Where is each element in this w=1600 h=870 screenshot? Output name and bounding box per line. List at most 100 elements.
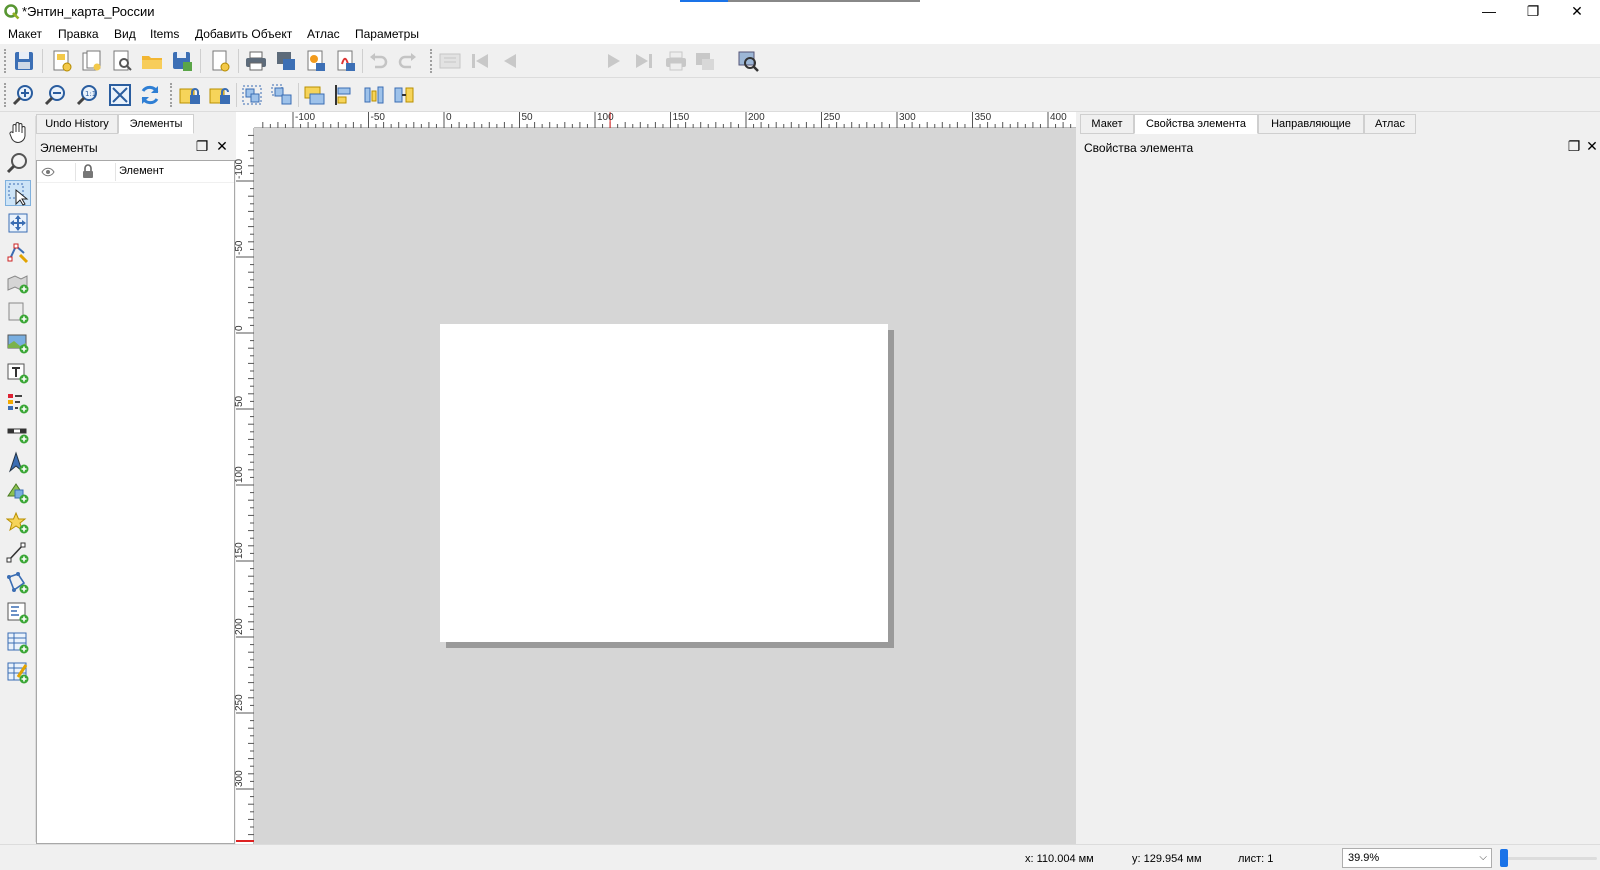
menu-add-item[interactable]: Добавить Объект [195, 27, 292, 41]
export-svg-button[interactable] [304, 49, 328, 73]
open-template-button[interactable] [140, 49, 164, 73]
add-attribute-table-icon [7, 632, 29, 654]
pan-icon [9, 122, 26, 143]
first-feature-button[interactable] [468, 49, 492, 73]
minimize-button[interactable]: — [1466, 0, 1512, 24]
add-marker-button[interactable] [5, 510, 31, 536]
zoom-actual-size-button[interactable]: 1:1 [76, 83, 100, 107]
atlas-settings-button[interactable] [736, 49, 760, 73]
next-feature-button[interactable] [602, 49, 626, 73]
export-pdf-button[interactable] [334, 49, 358, 73]
elements-tree[interactable]: Элемент [36, 160, 235, 844]
new-layout-button[interactable] [50, 49, 74, 73]
distribute-button[interactable] [362, 83, 386, 107]
edit-nodes-button[interactable] [5, 240, 31, 266]
layout-canvas[interactable] [254, 128, 1076, 844]
add-map-button[interactable] [5, 270, 31, 296]
raise-items-button[interactable] [302, 83, 326, 107]
lock-icon[interactable] [82, 164, 94, 179]
print-atlas-button[interactable] [664, 49, 688, 73]
add-polyline-button[interactable] [5, 540, 31, 566]
first-feature-icon [472, 54, 488, 68]
unlock-items-button[interactable] [208, 83, 232, 107]
select-tool-button[interactable] [5, 180, 31, 206]
zoom-combo[interactable]: 39.9% ⌵ [1342, 848, 1492, 868]
add-attribute-table-button[interactable] [5, 630, 31, 656]
edit-nodes-icon [7, 243, 29, 264]
ruler-label: -50 [234, 240, 245, 255]
close-dock-button[interactable]: ✕ [1584, 139, 1600, 155]
menu-edit[interactable]: Правка [58, 27, 99, 41]
zoom-out-button[interactable] [44, 83, 68, 107]
tab-guides[interactable]: Направляющие [1258, 114, 1364, 134]
last-feature-button[interactable] [632, 49, 656, 73]
add-fixed-table-button[interactable] [5, 660, 31, 686]
add-map-icon [7, 275, 29, 294]
float-dock-button[interactable]: ❐ [1566, 139, 1582, 155]
toolbar-grip[interactable] [4, 83, 7, 107]
layout-page[interactable] [440, 324, 888, 642]
zoom-slider[interactable] [1505, 857, 1597, 860]
add-polygon-button[interactable] [5, 570, 31, 596]
tab-elements[interactable]: Элементы [118, 114, 194, 134]
resize-button[interactable] [392, 83, 416, 107]
horizontal-ruler[interactable]: -100 -50 0 50 100 150 200 250 300 350 400 [254, 112, 1076, 128]
add-html-button[interactable] [5, 600, 31, 626]
restore-button[interactable]: ❐ [1510, 0, 1556, 24]
zoom-full-button[interactable] [108, 83, 132, 107]
add-shape-button[interactable] [5, 480, 31, 506]
export-pdf-icon [337, 50, 355, 71]
add-scalebar-button[interactable] [5, 420, 31, 446]
add-legend-button[interactable] [5, 390, 31, 416]
zoom-tool-button[interactable] [5, 150, 31, 176]
tab-undo-history[interactable]: Undo History [36, 114, 118, 134]
restore-icon: ❐ [1526, 3, 1540, 19]
tab-atlas[interactable]: Атлас [1364, 114, 1416, 134]
lock-items-button[interactable] [178, 83, 202, 107]
export-atlas-button[interactable] [694, 49, 718, 73]
menu-atlas[interactable]: Атлас [307, 27, 340, 41]
toolbar-grip[interactable] [170, 83, 173, 107]
print-button[interactable] [244, 49, 268, 73]
refresh-button[interactable] [138, 83, 162, 107]
move-content-button[interactable] [5, 210, 31, 236]
layout-manager-button[interactable] [110, 49, 134, 73]
add-fixed-table-icon [7, 662, 29, 684]
menu-view[interactable]: Вид [114, 27, 136, 41]
menu-settings[interactable]: Параметры [355, 27, 419, 41]
tab-item-properties[interactable]: Свойства элемента [1134, 114, 1258, 134]
add-picture-button[interactable] [5, 330, 31, 356]
eye-icon[interactable] [41, 166, 55, 178]
add-label-button[interactable] [5, 360, 31, 386]
zoom-slider-handle[interactable] [1500, 849, 1508, 867]
add-marker-icon [6, 511, 29, 534]
float-dock-button[interactable]: ❐ [194, 139, 210, 155]
add-scalebar-icon [7, 428, 29, 444]
tab-layout[interactable]: Макет [1080, 114, 1134, 134]
add-north-arrow-button[interactable] [5, 450, 31, 476]
duplicate-layout-button[interactable] [80, 49, 104, 73]
add-pages-button[interactable] [208, 49, 232, 73]
align-left-button[interactable] [332, 83, 356, 107]
save-template-button[interactable] [170, 49, 194, 73]
save-button[interactable] [12, 49, 36, 73]
menu-layout[interactable]: Макет [8, 27, 42, 41]
redo-button[interactable] [396, 49, 420, 73]
toolbar-grip[interactable] [430, 49, 433, 73]
undo-button[interactable] [366, 49, 390, 73]
group-button[interactable] [240, 83, 264, 107]
export-image-button[interactable] [274, 49, 298, 73]
align-left-icon [335, 85, 351, 105]
close-icon: ✕ [1571, 3, 1583, 19]
toolbar-grip[interactable] [4, 49, 7, 73]
zoom-in-button[interactable] [12, 83, 36, 107]
close-dock-button[interactable]: ✕ [214, 139, 230, 155]
vertical-ruler[interactable]: -100 -50 0 50 100 150 200 250 300 [234, 128, 254, 844]
atlas-preview-button[interactable] [438, 49, 462, 73]
ungroup-button[interactable] [270, 83, 294, 107]
previous-feature-button[interactable] [498, 49, 522, 73]
close-window-button[interactable]: ✕ [1554, 0, 1600, 24]
add-3d-map-button[interactable] [5, 300, 31, 326]
menu-items[interactable]: Items [150, 27, 179, 41]
pan-tool-button[interactable] [5, 120, 31, 146]
